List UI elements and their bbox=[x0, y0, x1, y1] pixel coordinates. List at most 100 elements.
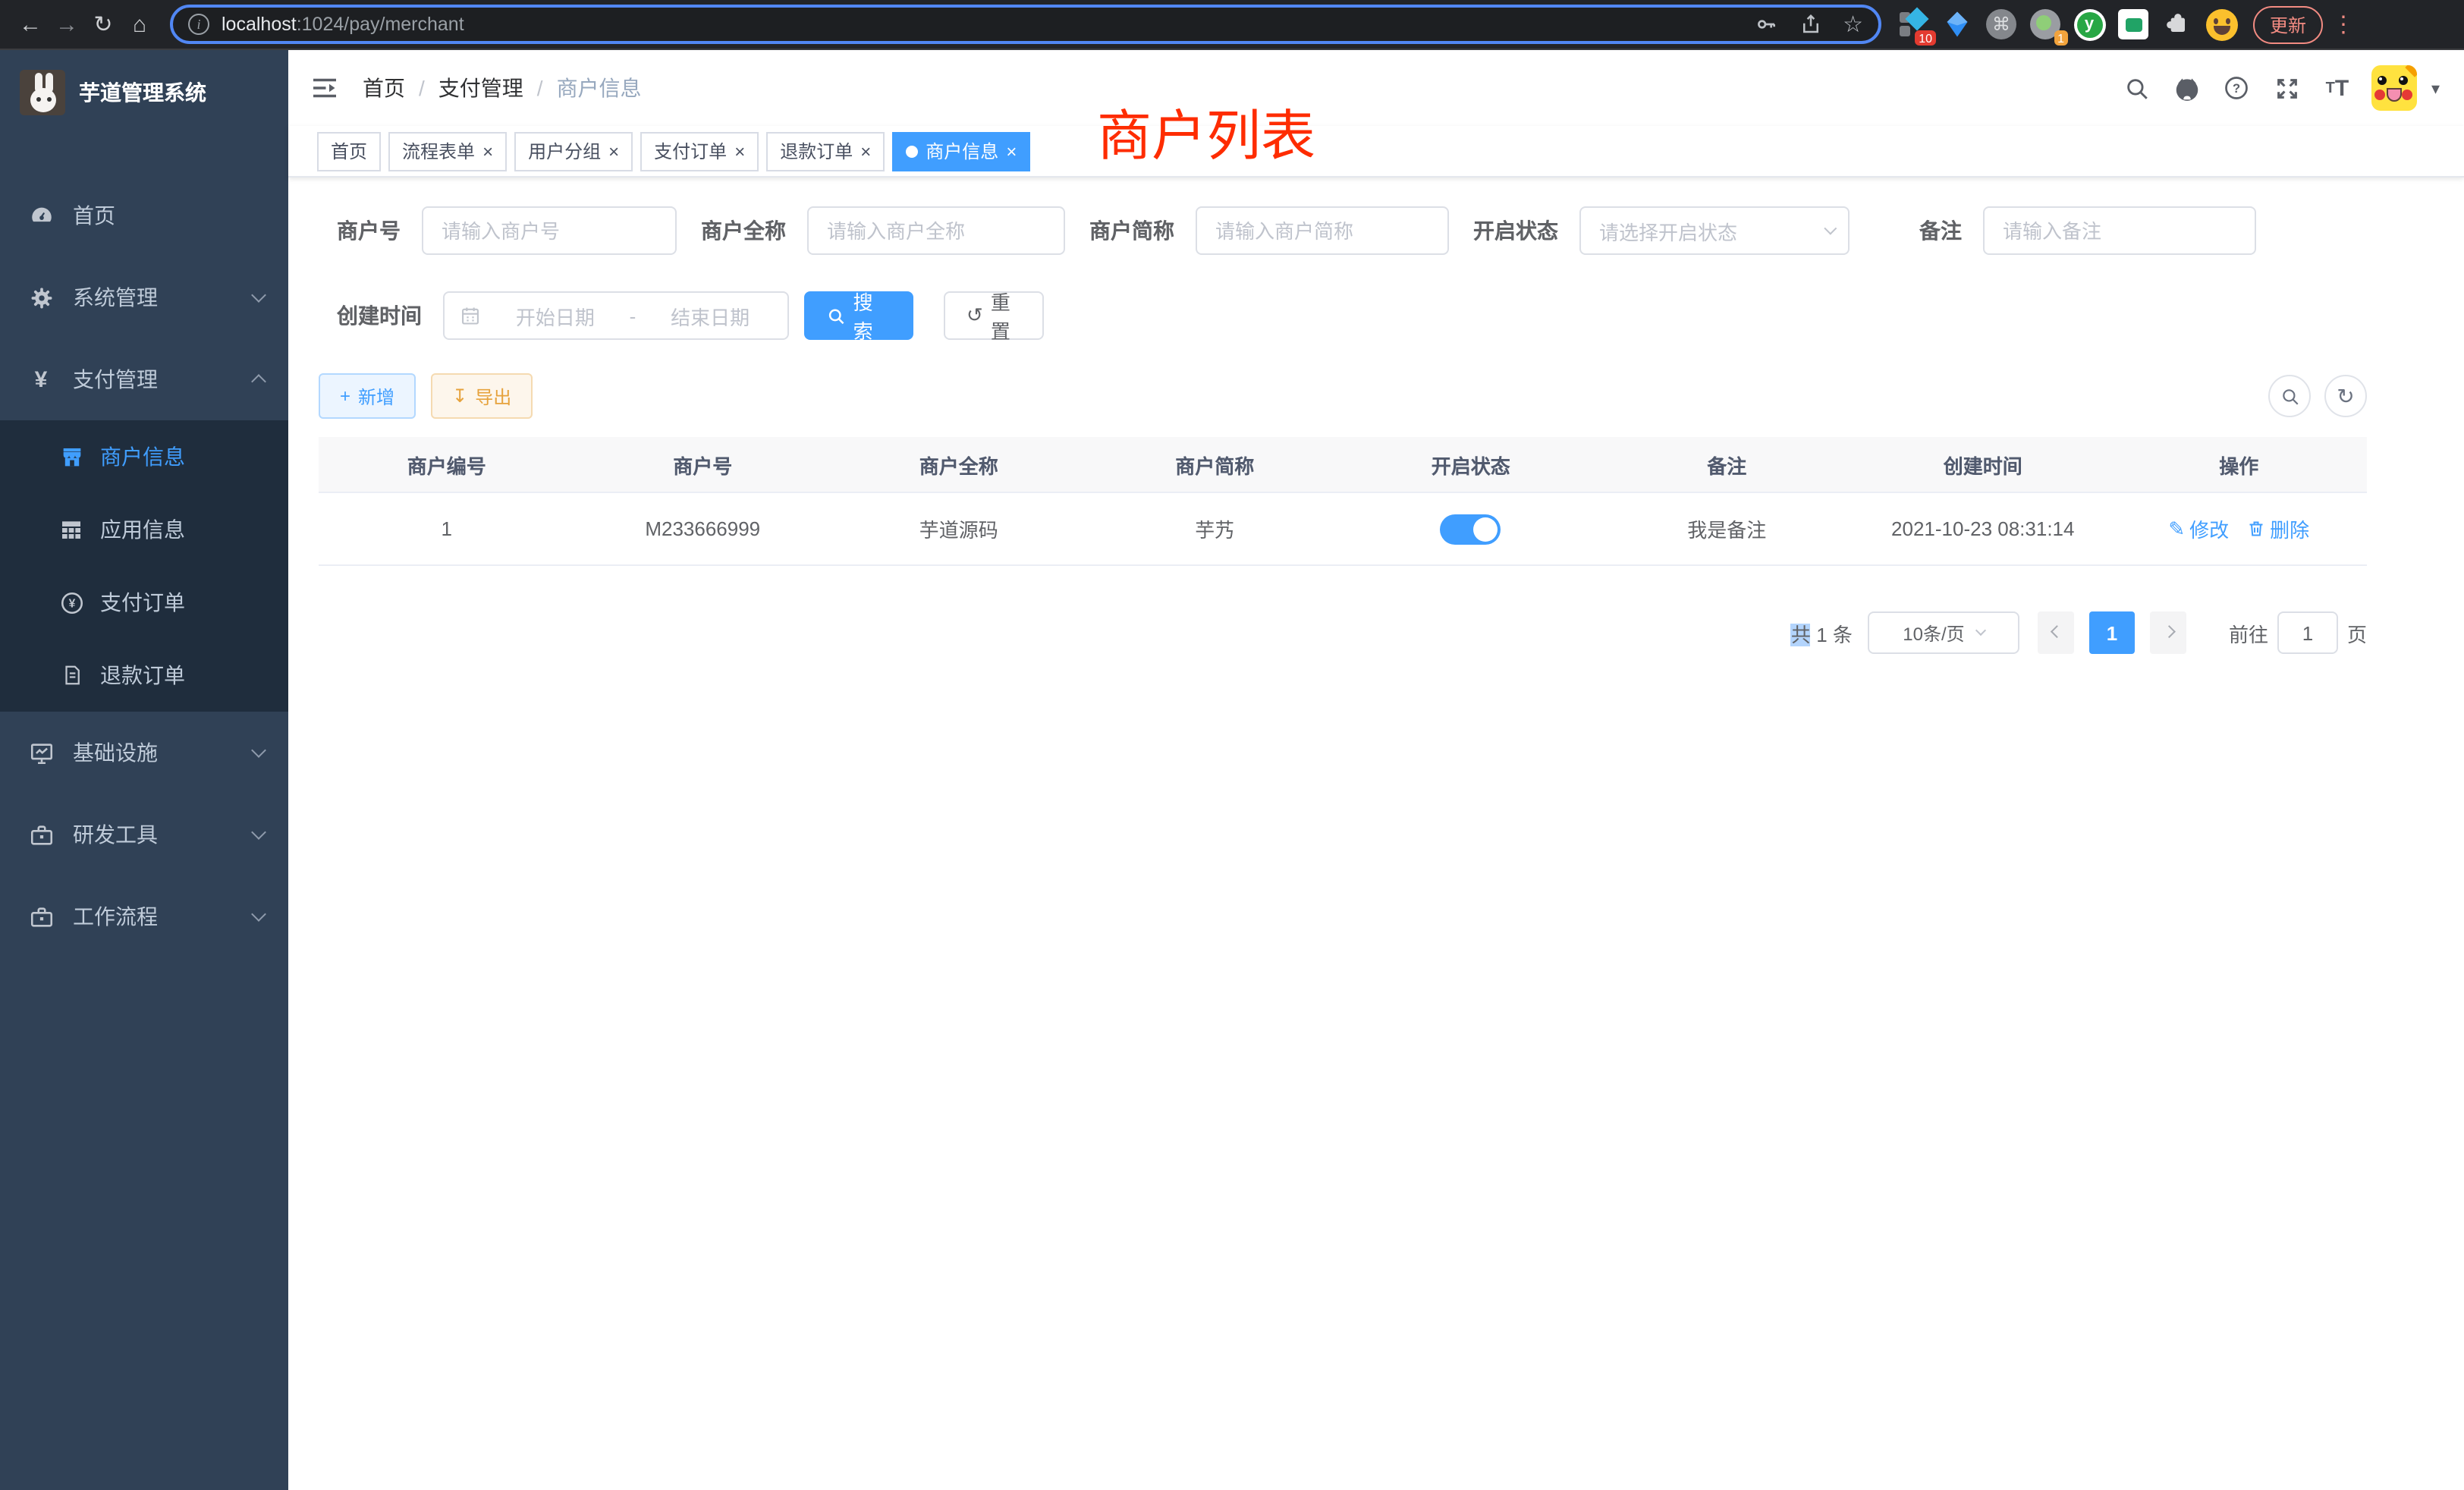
tab-home[interactable]: 首页 bbox=[317, 131, 381, 171]
filter-label: 商户全称 bbox=[701, 215, 786, 246]
reload-icon[interactable]: ↻ bbox=[85, 6, 121, 42]
page-size-select[interactable]: 10条/页 bbox=[1868, 611, 2019, 654]
avatar-caret-icon[interactable]: ▾ bbox=[2431, 78, 2440, 98]
extension-y-icon[interactable]: y bbox=[2073, 8, 2106, 41]
sidebar-item-label: 支付管理 bbox=[73, 364, 158, 395]
top-navbar: 首页 / 支付管理 / 商户信息 ? bbox=[288, 50, 2464, 126]
breadcrumb: 首页 / 支付管理 / 商户信息 bbox=[363, 73, 642, 103]
full-name-input[interactable] bbox=[807, 206, 1065, 255]
extension-command-icon[interactable]: ⌘ bbox=[1985, 8, 2018, 41]
next-page-button[interactable] bbox=[2150, 611, 2186, 654]
tab-label: 商户信息 bbox=[926, 138, 998, 164]
cell-actions: ✎ 修改 删除 bbox=[2111, 493, 2368, 564]
sidebar-item-payment[interactable]: ¥ 支付管理 bbox=[0, 338, 288, 420]
goto-page-input[interactable] bbox=[2277, 611, 2338, 654]
url-host: localhost bbox=[222, 14, 297, 35]
search-icon[interactable] bbox=[2122, 73, 2152, 103]
edit-link[interactable]: ✎ 修改 bbox=[2168, 514, 2229, 543]
remark-input[interactable] bbox=[1983, 206, 2256, 255]
back-icon[interactable]: ← bbox=[12, 6, 49, 42]
goto-label: 前往 bbox=[2229, 618, 2268, 647]
home-icon[interactable]: ⌂ bbox=[121, 6, 158, 42]
grid-table-icon bbox=[58, 517, 85, 542]
page-number-1[interactable]: 1 bbox=[2089, 611, 2135, 654]
breadcrumb-current: 商户信息 bbox=[557, 73, 642, 103]
sidebar-item-app-info[interactable]: 应用信息 bbox=[0, 493, 288, 566]
tab-refund-order[interactable]: 退款订单 × bbox=[766, 131, 885, 171]
column-header: 商户号 bbox=[575, 437, 831, 492]
extension-circle-icon[interactable]: 1 bbox=[2029, 8, 2062, 41]
merchant-table: 商户编号 商户号 商户全称 商户简称 开启状态 备注 创建时间 操作 1 M23… bbox=[319, 437, 2367, 566]
breadcrumb-payment[interactable]: 支付管理 bbox=[438, 73, 523, 103]
address-bar[interactable]: i localhost:1024/pay/merchant ☆ bbox=[170, 5, 1881, 44]
fullscreen-icon[interactable] bbox=[2272, 73, 2302, 103]
sidebar-item-refund-order[interactable]: 退款订单 bbox=[0, 639, 288, 712]
extension-diamond-icon[interactable]: 10 bbox=[1897, 8, 1930, 41]
sidebar-item-label: 基础设施 bbox=[73, 737, 158, 768]
sidebar-item-pay-order[interactable]: ¥ 支付订单 bbox=[0, 566, 288, 639]
tab-process-form[interactable]: 流程表单 × bbox=[388, 131, 507, 171]
column-header: 开启状态 bbox=[1343, 437, 1599, 492]
password-key-icon[interactable] bbox=[1753, 12, 1777, 36]
tab-pay-order[interactable]: 支付订单 × bbox=[640, 131, 759, 171]
pagination-total-suffix: 条 bbox=[1833, 623, 1853, 646]
app-logo-row[interactable]: 芋道管理系统 bbox=[0, 50, 288, 135]
forward-icon[interactable]: → bbox=[49, 6, 85, 42]
toggle-search-icon[interactable] bbox=[2268, 375, 2311, 417]
date-range-picker[interactable]: 开始日期 - 结束日期 bbox=[443, 291, 789, 340]
bookmark-star-icon[interactable]: ☆ bbox=[1843, 11, 1863, 38]
help-question-icon[interactable]: ? bbox=[2222, 73, 2252, 103]
tab-label: 退款订单 bbox=[780, 138, 853, 164]
status-select[interactable]: 请选择开启状态 bbox=[1579, 206, 1850, 255]
reset-icon: ↺ bbox=[966, 303, 983, 328]
delete-link[interactable]: 删除 bbox=[2247, 514, 2309, 543]
pagination-goto: 前往 页 bbox=[2229, 611, 2367, 654]
add-button[interactable]: + 新增 bbox=[319, 373, 416, 419]
chrome-update-button[interactable]: 更新 bbox=[2253, 5, 2323, 43]
tab-merchant-info[interactable]: 商户信息 × bbox=[892, 131, 1030, 171]
yen-circle-icon: ¥ bbox=[58, 589, 85, 615]
breadcrumb-home[interactable]: 首页 bbox=[363, 73, 405, 103]
sidebar-item-workflow[interactable]: 工作流程 bbox=[0, 875, 288, 957]
status-select-placeholder: 请选择开启状态 bbox=[1599, 216, 1737, 245]
reset-button[interactable]: ↺ 重置 bbox=[944, 291, 1044, 340]
tab-close-icon[interactable]: × bbox=[482, 140, 493, 162]
profile-emoji-icon[interactable] bbox=[2205, 8, 2238, 41]
sidebar-collapse-icon[interactable] bbox=[311, 76, 338, 100]
add-button-label: 新增 bbox=[358, 383, 394, 409]
refresh-icon[interactable]: ↻ bbox=[2324, 375, 2367, 417]
chevron-down-icon bbox=[251, 825, 266, 840]
sidebar-item-home[interactable]: 首页 bbox=[0, 174, 288, 256]
sidebar-item-merchant-info[interactable]: 商户信息 bbox=[0, 420, 288, 493]
filter-label: 创建时间 bbox=[337, 300, 422, 331]
sidebar-item-devtools[interactable]: 研发工具 bbox=[0, 794, 288, 875]
font-size-icon[interactable]: TT bbox=[2322, 73, 2352, 103]
merchant-no-input[interactable] bbox=[422, 206, 677, 255]
url-text[interactable]: localhost:1024/pay/merchant bbox=[222, 14, 1753, 35]
user-avatar[interactable] bbox=[2372, 65, 2418, 111]
chrome-menu-icon[interactable]: ⋮ bbox=[2332, 11, 2355, 38]
breadcrumb-separator: / bbox=[419, 76, 425, 100]
tab-user-group[interactable]: 用户分组 × bbox=[514, 131, 633, 171]
cell-short-name: 芋艿 bbox=[1087, 493, 1344, 564]
tab-close-icon[interactable]: × bbox=[734, 140, 745, 162]
sidebar-item-infra[interactable]: 基础设施 bbox=[0, 712, 288, 794]
filter-label: 开启状态 bbox=[1473, 215, 1558, 246]
extension-chat-icon[interactable] bbox=[2117, 8, 2150, 41]
tab-close-icon[interactable]: × bbox=[1006, 140, 1017, 162]
svg-text:¥: ¥ bbox=[68, 597, 75, 610]
prev-page-button[interactable] bbox=[2038, 611, 2074, 654]
extensions-puzzle-icon[interactable] bbox=[2161, 8, 2194, 41]
share-icon[interactable] bbox=[1799, 12, 1821, 36]
short-name-input[interactable] bbox=[1196, 206, 1449, 255]
chevron-down-icon bbox=[1824, 222, 1837, 235]
sidebar-item-system[interactable]: 系统管理 bbox=[0, 256, 288, 338]
search-button[interactable]: 搜索 bbox=[804, 291, 913, 340]
export-button[interactable]: ↧ 导出 bbox=[431, 373, 533, 419]
status-toggle[interactable] bbox=[1441, 514, 1501, 544]
page-info-icon[interactable]: i bbox=[188, 14, 209, 35]
tab-close-icon[interactable]: × bbox=[860, 140, 871, 162]
github-icon[interactable] bbox=[2172, 73, 2202, 103]
tab-close-icon[interactable]: × bbox=[608, 140, 619, 162]
extension-balloon-icon[interactable] bbox=[1941, 8, 1974, 41]
